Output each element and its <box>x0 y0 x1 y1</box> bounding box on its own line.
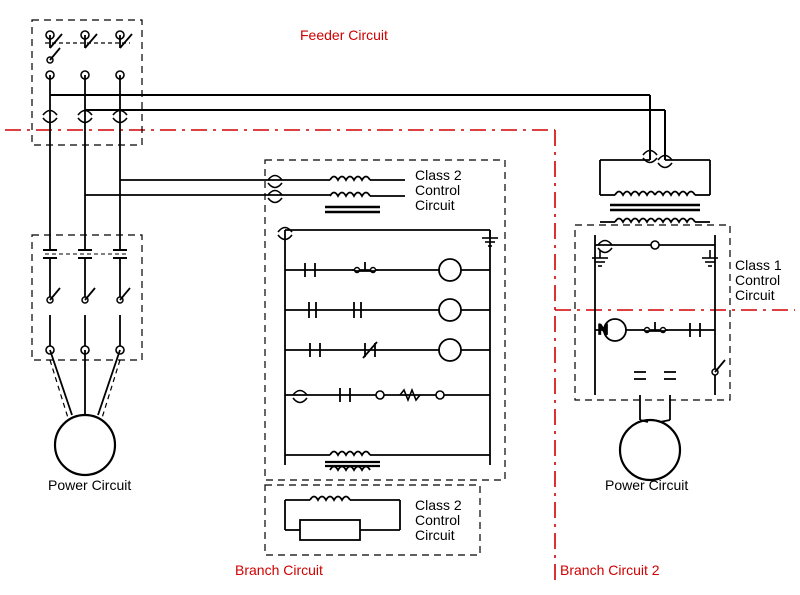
left-starter <box>43 155 130 475</box>
label-branch2: Branch Circuit 2 <box>560 562 660 578</box>
label-class1: Class 1ControlCircuit <box>735 257 782 303</box>
branch1-ladder <box>278 228 498 471</box>
branch1-taps <box>85 176 405 213</box>
label-power-left: Power Circuit <box>48 477 131 493</box>
feeder-disconnect <box>43 31 132 155</box>
label-feeder: Feeder Circuit <box>300 27 388 43</box>
feeder-bus <box>50 95 672 168</box>
enclosures <box>32 20 730 555</box>
svg-text:N: N <box>598 321 608 337</box>
label-class2-upper: Class 2ControlCircuit <box>415 167 462 213</box>
circuit-diagram: Feeder Circuit Branch Circuit Branch Cir… <box>0 0 800 595</box>
right-motor <box>620 420 680 480</box>
label-class2-lower: Class 2ControlCircuit <box>415 497 462 543</box>
label-branch1: Branch Circuit <box>235 562 323 578</box>
class1-panel: N <box>592 235 725 420</box>
class2-lower-box <box>285 497 400 541</box>
right-transformer <box>600 160 710 222</box>
